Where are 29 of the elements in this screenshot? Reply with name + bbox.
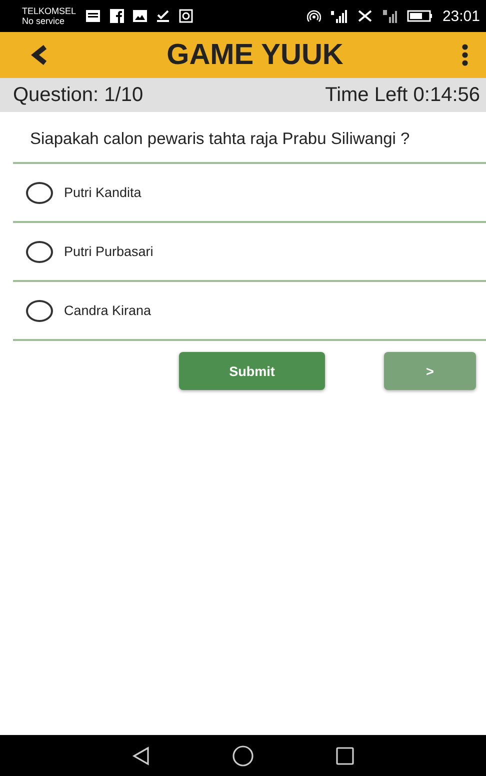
question-counter: Question: 1/10 bbox=[13, 84, 144, 106]
radio-button[interactable] bbox=[26, 300, 53, 322]
battery-icon bbox=[407, 10, 434, 22]
carrier-name: TELKOMSEL bbox=[22, 6, 76, 16]
hotspot-icon bbox=[307, 9, 322, 23]
time-left: Time Left 0:14:56 bbox=[325, 84, 480, 106]
recent-apps-icon[interactable] bbox=[335, 746, 356, 766]
app-title: GAME YUUK bbox=[166, 38, 344, 72]
screenshot-icon bbox=[179, 9, 194, 23]
radio-button[interactable] bbox=[26, 240, 53, 262]
service-status: No service bbox=[22, 16, 66, 26]
signal-icon bbox=[382, 9, 398, 23]
option-label[interactable]: Putri Purbasari bbox=[64, 244, 154, 259]
submit-button[interactable]: Submit bbox=[179, 352, 325, 390]
home-icon[interactable] bbox=[232, 744, 254, 766]
back-icon[interactable] bbox=[30, 44, 48, 66]
radio-button[interactable] bbox=[26, 182, 53, 204]
option-label[interactable]: Putri Kandita bbox=[64, 185, 142, 200]
image-icon bbox=[133, 10, 148, 22]
option-label[interactable]: Candra Kirana bbox=[64, 303, 152, 318]
signal-icon bbox=[330, 9, 348, 23]
facebook-icon bbox=[110, 9, 124, 23]
no-signal-icon bbox=[357, 9, 374, 23]
clock-time: 23:01 bbox=[442, 8, 480, 24]
more-options-icon[interactable] bbox=[462, 44, 468, 66]
question-text: Siapakah calon pewaris tahta raja Prabu Siliwangi ? bbox=[29, 129, 411, 150]
download-done-icon bbox=[156, 9, 170, 23]
back-icon[interactable] bbox=[130, 746, 151, 766]
message-icon bbox=[85, 9, 102, 23]
